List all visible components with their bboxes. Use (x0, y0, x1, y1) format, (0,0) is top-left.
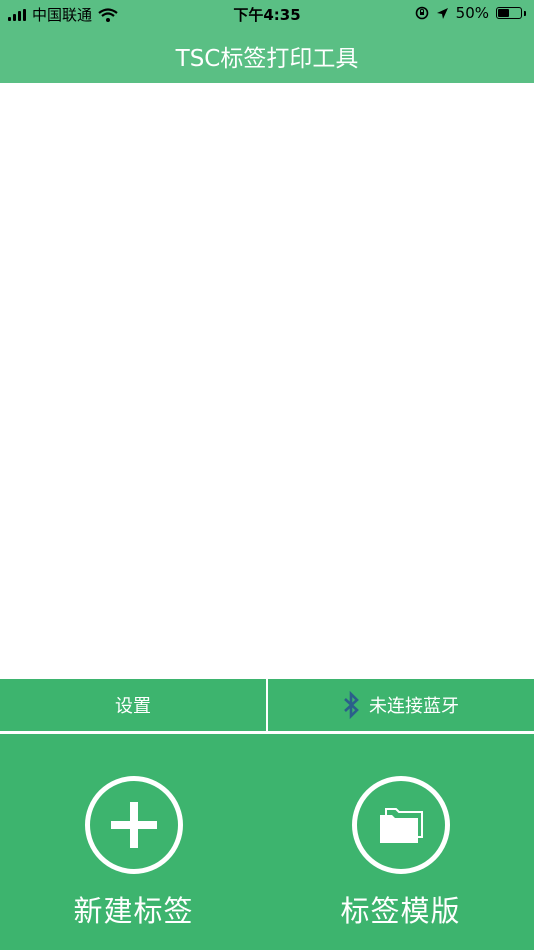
label-list-area[interactable] (0, 83, 534, 679)
battery-percent: 50% (455, 4, 489, 22)
battery-tip (524, 10, 526, 16)
folder-circle-icon (351, 776, 450, 874)
action-row: 设置 未连接蓝牙 (0, 679, 534, 731)
plus-icon (110, 802, 157, 848)
new-label-button[interactable]: 新建标签 (0, 734, 267, 950)
location-icon (436, 7, 448, 19)
label-templates-text: 标签模版 (340, 894, 461, 928)
nav-bar: TSC标签打印工具 (0, 28, 534, 83)
new-label-text: 新建标签 (73, 894, 194, 928)
bluetooth-icon (344, 691, 359, 719)
plus-circle-icon (84, 776, 183, 874)
settings-button[interactable]: 设置 (0, 679, 266, 731)
settings-label: 设置 (115, 696, 151, 717)
bluetooth-button[interactable]: 未连接蓝牙 (268, 679, 534, 731)
page-title: TSC标签打印工具 (175, 45, 359, 72)
orientation-lock-icon (415, 6, 428, 20)
bottom-panel: 新建标签 标签模版 (0, 734, 534, 950)
bluetooth-status-label: 未连接蓝牙 (369, 696, 459, 717)
battery-icon (496, 7, 522, 19)
status-right: 50% (415, 4, 526, 22)
folder-icon (379, 808, 423, 843)
label-templates-button[interactable]: 标签模版 (267, 734, 534, 950)
status-bar: 中国联通 下午4:35 50% (0, 0, 534, 28)
